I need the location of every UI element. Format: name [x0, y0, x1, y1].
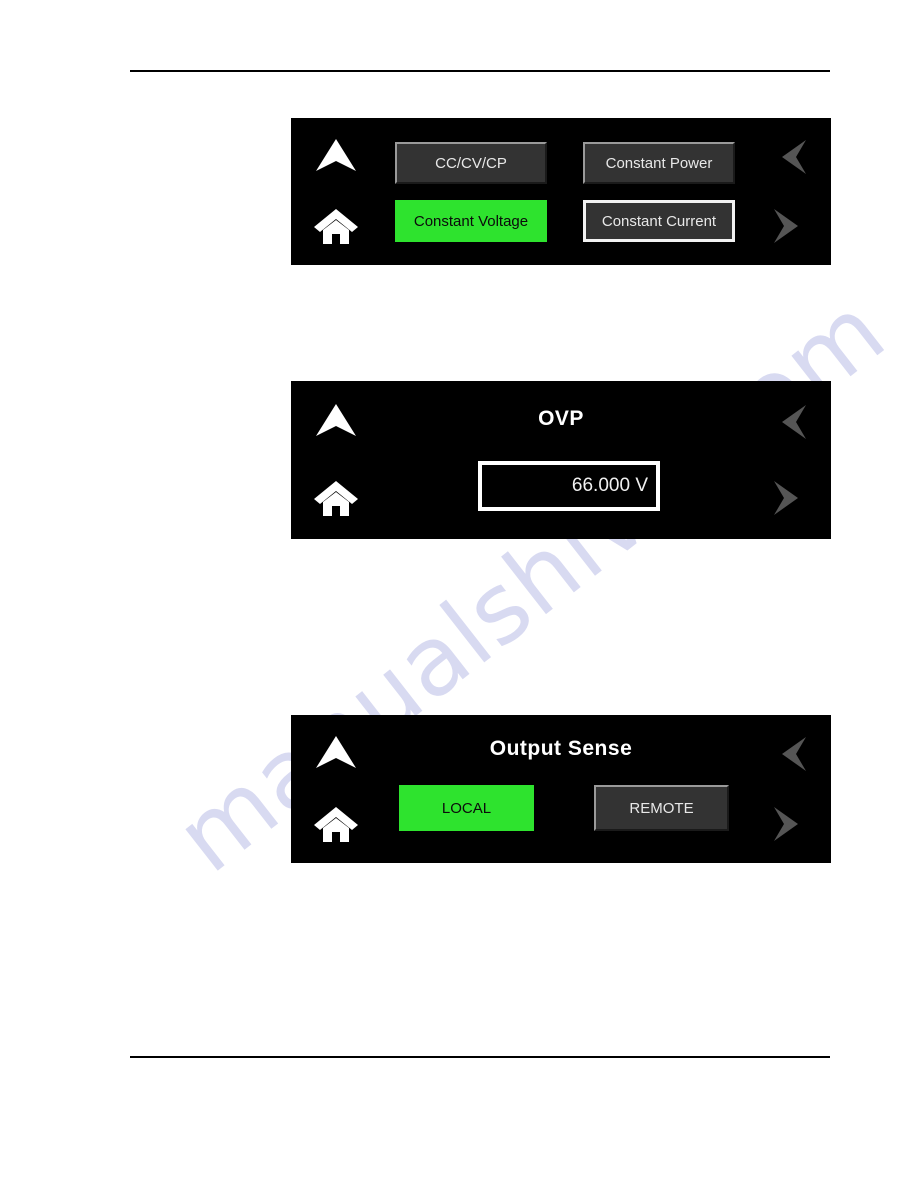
chevron-left-icon[interactable]	[759, 389, 821, 455]
sense-button-local[interactable]: LOCAL	[399, 785, 534, 831]
output-sense-button-row: LOCAL REMOTE	[399, 785, 729, 831]
chevron-left-icon[interactable]	[759, 723, 821, 785]
screen-title-output-sense: Output Sense	[489, 737, 633, 760]
chevron-right-icon[interactable]	[759, 195, 821, 257]
home-icon[interactable]	[305, 465, 367, 531]
chevron-up-icon[interactable]	[305, 723, 367, 785]
home-icon[interactable]	[305, 195, 367, 257]
page-header-rule	[130, 70, 830, 72]
chevron-right-icon[interactable]	[759, 465, 821, 531]
home-icon[interactable]	[305, 793, 367, 855]
mode-button-constant-voltage[interactable]: Constant Voltage	[395, 200, 547, 242]
chevron-left-icon[interactable]	[759, 126, 821, 188]
sense-button-remote[interactable]: REMOTE	[594, 785, 729, 831]
mode-button-constant-power[interactable]: Constant Power	[583, 142, 735, 184]
mode-button-cc-cv-cp[interactable]: CC/CV/CP	[395, 142, 547, 184]
device-screen-ovp: OVP 66.000 V	[291, 381, 831, 539]
mode-button-constant-current[interactable]: Constant Current	[583, 200, 735, 242]
screen-title-ovp: OVP	[538, 407, 584, 430]
device-screen-output-sense: Output Sense LOCAL REMOTE	[291, 715, 831, 863]
device-screen-mode-select: CC/CV/CP Constant Power Constant Voltage…	[291, 118, 831, 265]
chevron-right-icon[interactable]	[759, 793, 821, 855]
chevron-up-icon[interactable]	[305, 389, 367, 455]
mode-button-grid: CC/CV/CP Constant Power Constant Voltage…	[395, 138, 735, 246]
ovp-value-field[interactable]: 66.000 V	[478, 461, 660, 511]
page-footer-rule	[130, 1056, 830, 1058]
chevron-up-icon[interactable]	[305, 126, 367, 188]
